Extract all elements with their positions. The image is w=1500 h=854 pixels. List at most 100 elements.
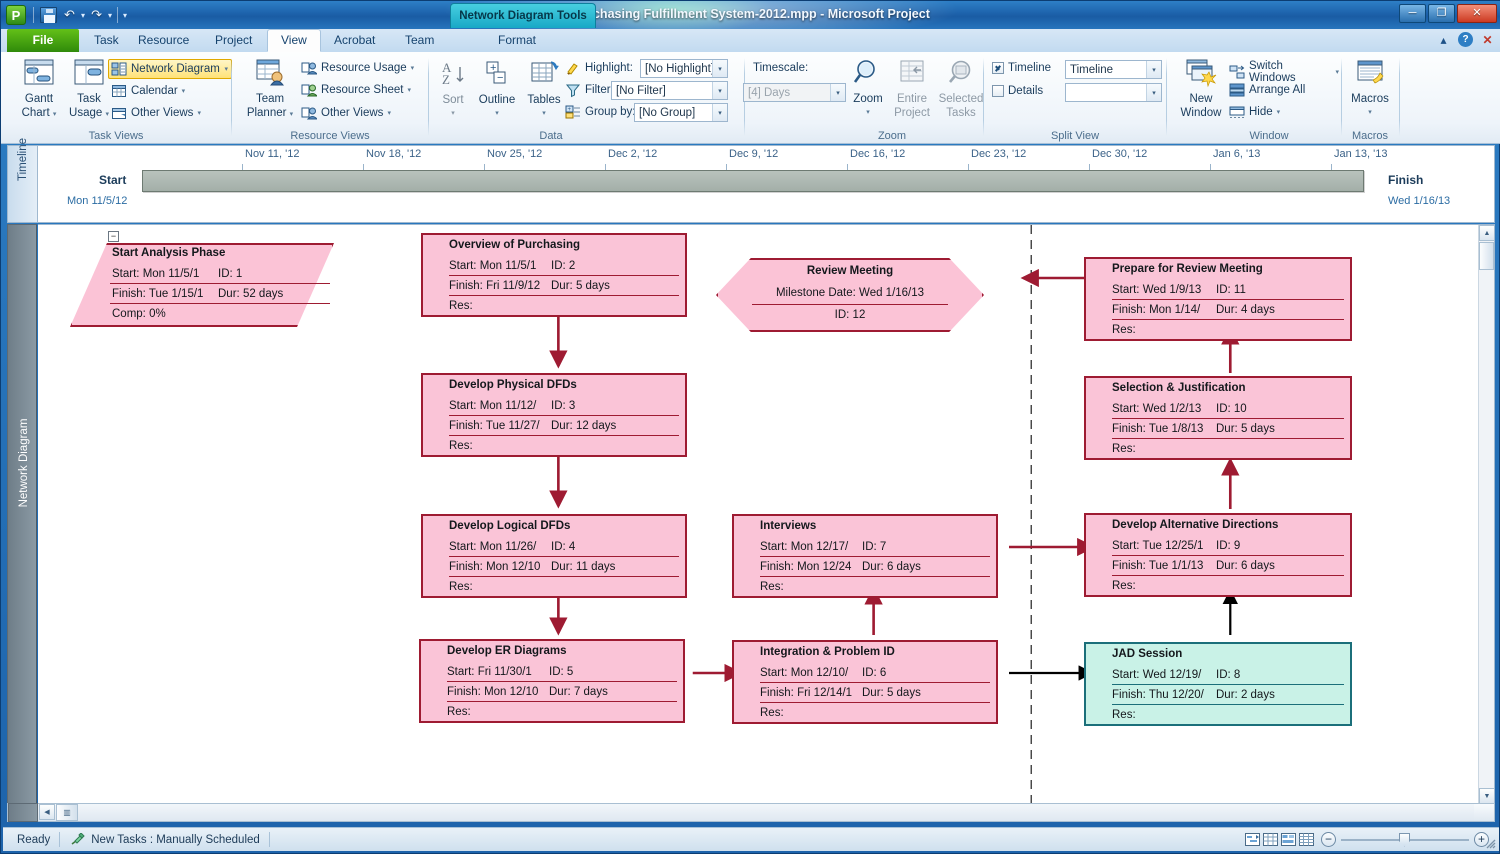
timeline-view-dropdown-arrow[interactable]: ▾ (1146, 61, 1161, 78)
network-diagram-canvas[interactable]: − Start Analysis Phase Start: Mon 11/5/1… (38, 224, 1495, 821)
undo-button[interactable]: ↶ (59, 5, 80, 25)
vertical-scroll-thumb[interactable] (1479, 242, 1494, 270)
highlight-dropdown[interactable]: [No Highlight] ▾ (640, 59, 728, 78)
tab-view[interactable]: View (267, 29, 321, 52)
node-interviews[interactable]: Interviews Start: Mon 12/17/ ID: 7 Finis… (732, 514, 998, 598)
scroll-up-button[interactable]: ▲ (1479, 225, 1494, 241)
hide-dropdown-arrow[interactable]: ▾ (1277, 108, 1281, 116)
node-overview-of-purchasing[interactable]: Overview of Purchasing Start: Mon 11/5/1… (421, 233, 687, 317)
network-diagram-dropdown-arrow[interactable]: ▾ (224, 65, 228, 73)
tab-acrobat[interactable]: Acrobat (321, 29, 388, 52)
resource-sheet-button[interactable]: Resource Sheet ▾ (301, 82, 411, 98)
calendar-dropdown-arrow[interactable]: ▾ (182, 87, 186, 95)
vertical-scrollbar[interactable]: ▲ ▼ (1478, 225, 1494, 804)
gantt-chart-view-icon[interactable] (1243, 832, 1261, 848)
status-new-tasks-mode[interactable]: New Tasks : Manually Scheduled (91, 834, 260, 846)
entire-project-button[interactable]: Entire Project (888, 58, 936, 119)
close-button[interactable]: ✕ (1457, 4, 1497, 23)
outer-horizontal-scrollbar[interactable]: ◀ ▥ (7, 803, 1495, 822)
timescale-dropdown-arrow[interactable]: ▾ (830, 84, 845, 101)
timeline-canvas[interactable]: Nov 11, '12 Nov 18, '12 Nov 25, '12 Dec … (39, 146, 1494, 222)
node-develop-er-diagrams[interactable]: Develop ER Diagrams Start: Fri 11/30/1 I… (419, 639, 685, 723)
selected-tasks-button[interactable]: Selected Tasks (935, 58, 987, 119)
minimize-ribbon-icon[interactable]: ▴ (1436, 32, 1451, 47)
details-view-dropdown[interactable]: ▾ (1065, 83, 1162, 102)
details-view-dropdown-arrow[interactable]: ▾ (1146, 84, 1161, 101)
filter-dropdown-arrow[interactable]: ▾ (712, 82, 727, 99)
timeline-view-dropdown[interactable]: Timeline ▾ (1065, 60, 1162, 79)
details-checkbox[interactable] (992, 85, 1004, 97)
macros-button[interactable]: Macros ▾ (1344, 58, 1396, 119)
filter-dropdown[interactable]: [No Filter] ▾ (611, 81, 728, 100)
resource-sheet-view-icon[interactable] (1297, 832, 1315, 848)
outline-button[interactable]: + − Outline ▾ (473, 59, 521, 120)
customize-qat-button[interactable]: ▾ (123, 11, 127, 20)
tab-file[interactable]: File (7, 29, 79, 52)
value-id: 11 (1233, 284, 1246, 296)
outer-scroll-track-end[interactable] (1474, 804, 1494, 821)
hide-button[interactable]: Hide ▾ (1229, 104, 1280, 120)
zoom-slider[interactable] (1341, 832, 1469, 847)
node-develop-physical-dfds[interactable]: Develop Physical DFDs Start: Mon 11/12/ … (421, 373, 687, 457)
team-planner-view-icon[interactable] (1279, 832, 1297, 848)
tab-project[interactable]: Project (202, 29, 265, 52)
details-checkbox-row[interactable]: Details (992, 85, 1043, 97)
value-start: Wed 12/19/ (1142, 669, 1202, 681)
calendar-button[interactable]: Calendar ▾ (111, 83, 185, 99)
highlight-dropdown-arrow[interactable]: ▾ (712, 60, 727, 77)
arrange-all-button[interactable]: Arrange All (1229, 82, 1305, 98)
network-diagram-button[interactable]: Network Diagram ▾ (108, 59, 232, 79)
zoom-out-button[interactable]: − (1321, 832, 1336, 847)
resource-other-views-button[interactable]: Other Views ▾ (301, 105, 391, 121)
redo-button[interactable]: ↷ (86, 5, 107, 25)
node-start-analysis-phase[interactable]: Start Analysis Phase Start: Mon 11/5/1 I… (70, 243, 334, 327)
group-by-dropdown[interactable]: [No Group] ▾ (634, 103, 728, 122)
resource-other-views-dropdown-arrow[interactable]: ▾ (387, 109, 391, 117)
redo-dropdown-arrow[interactable]: ▾ (108, 11, 112, 20)
team-planner-button[interactable]: Team Planner ▾ (237, 58, 303, 121)
sort-button[interactable]: A Z Sort ▾ (434, 59, 472, 120)
switch-windows-dropdown-arrow[interactable]: ▾ (1335, 68, 1339, 76)
node-develop-alternative-directions[interactable]: Develop Alternative Directions Start: Tu… (1084, 513, 1352, 597)
task-usage-view-icon[interactable] (1261, 832, 1279, 848)
zoom-button[interactable]: Zoom ▾ (846, 58, 890, 119)
tab-resource[interactable]: Resource (125, 29, 202, 52)
node-prepare-for-review-meeting[interactable]: Prepare for Review Meeting Start: Wed 1/… (1084, 257, 1352, 341)
new-window-button[interactable]: New Window (1171, 58, 1231, 119)
resize-grip-icon[interactable] (1484, 837, 1496, 849)
tables-button[interactable]: Tables ▾ (521, 59, 567, 120)
resource-usage-button[interactable]: Resource Usage ▾ (301, 60, 414, 76)
node-selection-justification[interactable]: Selection & Justification Start: Wed 1/2… (1084, 376, 1352, 460)
task-other-views-button[interactable]: Other Views ▾ (111, 105, 201, 121)
outer-scroll-left-button[interactable]: ◀ (39, 804, 55, 820)
timeline-side-label[interactable]: Timeline (8, 138, 38, 222)
resource-sheet-dropdown-arrow[interactable]: ▾ (407, 86, 411, 94)
timescale-dropdown[interactable]: [4] Days ▾ (743, 83, 846, 102)
node-develop-logical-dfds[interactable]: Develop Logical DFDs Start: Mon 11/26/ I… (421, 514, 687, 598)
undo-dropdown-arrow[interactable]: ▾ (81, 11, 85, 20)
task-other-views-dropdown-arrow[interactable]: ▾ (197, 109, 201, 117)
outer-scroll-thumb[interactable]: ▥ (56, 804, 78, 821)
project-logo-icon[interactable]: P (6, 5, 26, 25)
zoom-slider-knob[interactable] (1399, 832, 1410, 847)
minimize-button[interactable]: ─ (1399, 4, 1426, 23)
node-jad-session[interactable]: JAD Session Start: Wed 12/19/ ID: 8 Fini… (1084, 642, 1352, 726)
close-document-icon[interactable]: ✕ (1480, 32, 1495, 47)
node-review-meeting[interactable]: Review Meeting Milestone Date: Wed 1/16/… (716, 258, 984, 332)
tab-format[interactable]: Format (485, 29, 549, 52)
group-by-dropdown-arrow[interactable]: ▾ (712, 104, 727, 121)
scroll-down-button[interactable]: ▼ (1479, 788, 1494, 804)
timeline-checkbox-row[interactable]: Timeline (992, 62, 1051, 74)
maximize-button[interactable]: ❐ (1428, 4, 1455, 23)
timeline-checkbox[interactable] (992, 62, 1004, 74)
help-icon[interactable]: ? (1458, 32, 1473, 47)
gantt-chart-button[interactable]: Gantt Chart ▾ (11, 58, 67, 121)
timeline-project-bar[interactable] (142, 170, 1364, 192)
tab-team[interactable]: Team (392, 29, 447, 52)
node-integration-problem-id[interactable]: Integration & Problem ID Start: Mon 12/1… (732, 640, 998, 724)
save-button[interactable] (38, 5, 59, 25)
view-side-label[interactable]: Network Diagram (7, 224, 37, 821)
switch-windows-button[interactable]: Switch Windows ▾ (1229, 60, 1339, 84)
collapse-toggle[interactable]: − (108, 231, 119, 242)
resource-usage-dropdown-arrow[interactable]: ▾ (411, 64, 415, 72)
